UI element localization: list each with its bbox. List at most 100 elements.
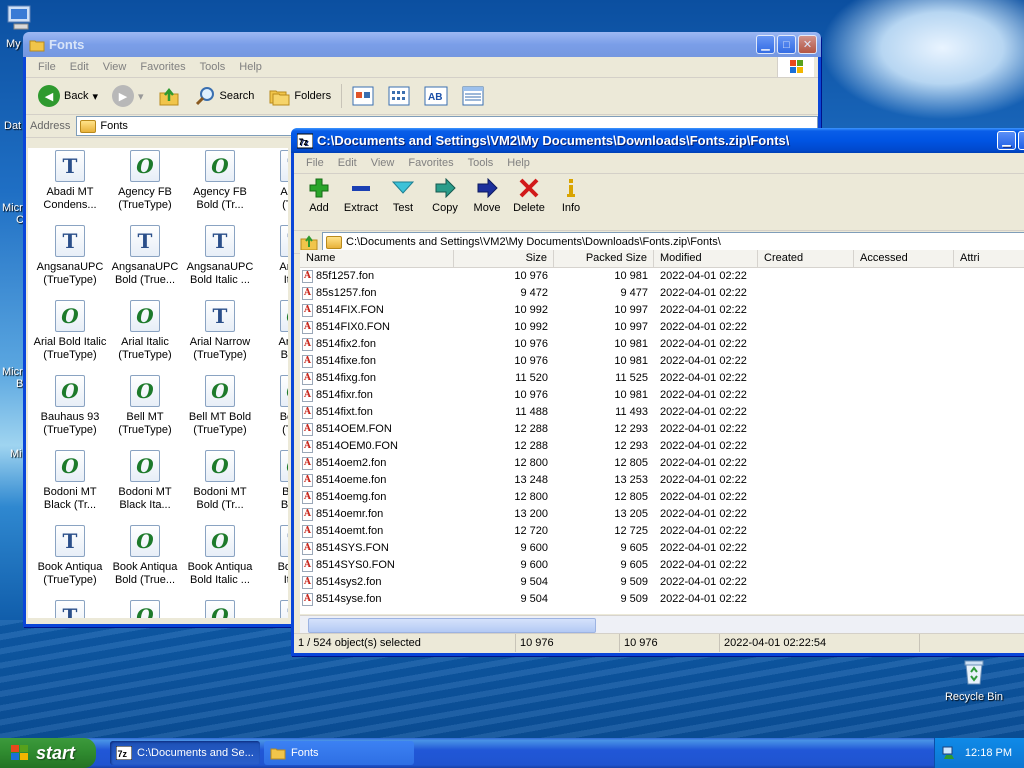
file-row[interactable]: A 8514FIX0.FON 10 992 10 997 2022-04-01 02:2…	[300, 319, 1024, 336]
menu-view[interactable]: View	[365, 157, 401, 169]
column-modified[interactable]: Modified	[654, 250, 758, 267]
font-file-item[interactable]: O Arial Italic (TrueType)	[107, 300, 183, 362]
forward-button[interactable]: ▶ ▾	[108, 83, 148, 109]
menu-favorites[interactable]: Favorites	[134, 61, 191, 73]
font-file-item[interactable]: O Bell MT Bold (TrueType)	[182, 375, 258, 437]
font-file-item[interactable]: T Arial Narrow (TrueType)	[182, 300, 258, 362]
file-row[interactable]: A 8514OEM0.FON 12 288 12 293 2022-04-01 02:2…	[300, 438, 1024, 455]
desktop-icon-data[interactable]: Dat	[4, 120, 21, 132]
menu-file[interactable]: File	[300, 157, 330, 169]
font-file-item[interactable]: T	[32, 600, 108, 618]
menu-file[interactable]: File	[32, 61, 62, 73]
font-file-item[interactable]: T Book AItalic	[257, 525, 288, 587]
back-button[interactable]: ◀ Back ▾	[34, 83, 102, 109]
taskbar-item-7zip[interactable]: 7z C:\Documents and Se...	[110, 741, 260, 765]
horizontal-scrollbar[interactable]	[300, 615, 1024, 633]
font-file-item[interactable]: O	[182, 600, 258, 618]
close-button[interactable]: ✕	[798, 35, 817, 54]
font-file-item[interactable]: T AngsanaUPC Bold (True...	[107, 225, 183, 287]
menu-tools[interactable]: Tools	[462, 157, 500, 169]
font-file-item[interactable]: O	[107, 600, 183, 618]
file-row[interactable]: A 8514SYS0.FON 9 600 9 605 2022-04-01 02:22	[300, 557, 1024, 574]
column-name[interactable]: Name	[300, 250, 454, 267]
view-large-icons-button[interactable]	[348, 84, 378, 108]
file-row[interactable]: A 8514fixr.fon 10 976 10 981 2022-04-01 02:2…	[300, 387, 1024, 404]
file-row[interactable]: A 85f1257.fon 10 976 10 981 2022-04-01 02:22	[300, 268, 1024, 285]
view-list-button[interactable]	[384, 84, 414, 108]
column-accessed[interactable]: Accessed	[854, 250, 954, 267]
menu-edit[interactable]: Edit	[332, 157, 363, 169]
font-file-item[interactable]: O Arial NBold (	[257, 300, 288, 362]
font-file-item[interactable]: O Bell M(True	[257, 375, 288, 437]
file-row[interactable]: A 8514fix2.fon 10 976 10 981 2022-04-01 02:2…	[300, 336, 1024, 353]
menu-help[interactable]: Help	[501, 157, 536, 169]
font-file-item[interactable]: O Bodoni MT Black (Tr...	[32, 450, 108, 512]
file-row[interactable]: A 8514fixe.fon 10 976 10 981 2022-04-01 02:2…	[300, 353, 1024, 370]
desktop-icon-mi[interactable]: Mi	[10, 448, 22, 460]
search-button[interactable]: Search	[190, 83, 259, 109]
file-row[interactable]: A 8514SYS.FON 9 600 9 605 2022-04-01 02:22	[300, 540, 1024, 557]
menu-view[interactable]: View	[97, 61, 133, 73]
maximize-button[interactable]: □	[777, 35, 796, 54]
fonts-titlebar[interactable]: Fonts ▁ □ ✕	[23, 32, 821, 57]
column-size[interactable]: Size	[454, 250, 554, 267]
font-file-item[interactable]: T AngsanaUPC Bold Italic ...	[182, 225, 258, 287]
file-row[interactable]: A 8514oeme.fon 13 248 13 253 2022-04-01 02:2…	[300, 472, 1024, 489]
view-details-button[interactable]	[458, 84, 488, 108]
maximize-button[interactable]: □	[1018, 131, 1024, 150]
network-icon[interactable]	[941, 745, 957, 761]
7zip-titlebar[interactable]: 7z C:\Documents and Settings\VM2\My Docu…	[291, 128, 1024, 153]
font-file-item[interactable]: O Book Antiqua Bold Italic ...	[182, 525, 258, 587]
info-button[interactable]: Info	[552, 178, 590, 214]
minimize-button[interactable]: ▁	[756, 35, 775, 54]
font-file-item[interactable]: O Bauhaus 93 (TrueType)	[32, 375, 108, 437]
font-file-item[interactable]: O Arial Bold Italic (TrueType)	[32, 300, 108, 362]
font-file-item[interactable]: O Book Antiqua Bold (True...	[107, 525, 183, 587]
column-created[interactable]: Created	[758, 250, 854, 267]
clock[interactable]: 12:18 PM	[965, 747, 1012, 759]
file-row[interactable]: A 8514oemg.fon 12 800 12 805 2022-04-01 02:2…	[300, 489, 1024, 506]
font-file-item[interactable]: T	[257, 600, 288, 618]
copy-button[interactable]: Copy	[426, 178, 464, 214]
font-file-item[interactable]: T AngsaItalic	[257, 225, 288, 287]
column-packed-size[interactable]: Packed Size	[554, 250, 654, 267]
file-row[interactable]: A 8514sys2.fon 9 504 9 509 2022-04-01 02:22	[300, 574, 1024, 591]
font-file-item[interactable]: O Agency FB (TrueType)	[107, 150, 183, 212]
menu-favorites[interactable]: Favorites	[402, 157, 459, 169]
extract-button[interactable]: Extract	[342, 178, 380, 214]
file-row[interactable]: A 85s1257.fon 9 472 9 477 2022-04-01 02:22	[300, 285, 1024, 302]
menu-edit[interactable]: Edit	[64, 61, 95, 73]
font-file-item[interactable]: T AngsanaUPC (TrueType)	[32, 225, 108, 287]
font-file-item[interactable]: O Bell MT (TrueType)	[107, 375, 183, 437]
file-row[interactable]: A 8514oem2.fon 12 800 12 805 2022-04-01 02:2…	[300, 455, 1024, 472]
taskbar-item-fonts[interactable]: Fonts	[264, 741, 414, 765]
column-attributes[interactable]: Attri	[954, 250, 1024, 267]
font-file-item[interactable]: O Agency FB Bold (Tr...	[182, 150, 258, 212]
move-button[interactable]: Move	[468, 178, 506, 214]
start-button[interactable]: start	[0, 738, 96, 768]
file-row[interactable]: A 8514oemt.fon 12 720 12 725 2022-04-01 02:2…	[300, 523, 1024, 540]
file-row[interactable]: A 8514OEM.FON 12 288 12 293 2022-04-01 02:22	[300, 421, 1024, 438]
folder-up-icon[interactable]	[300, 233, 318, 251]
font-file-item[interactable]: T Abadi MT Condens...	[32, 150, 108, 212]
file-row[interactable]: A 8514syse.fon 9 504 9 509 2022-04-01 02:22	[300, 591, 1024, 608]
font-file-item[interactable]: O Bodoni MT Black Ita...	[107, 450, 183, 512]
scrollbar-thumb[interactable]	[308, 618, 596, 633]
add-button[interactable]: Add	[300, 178, 338, 214]
file-row[interactable]: A 8514fixg.fon 11 520 11 525 2022-04-01 02:2…	[300, 370, 1024, 387]
font-file-item[interactable]: T Book Antiqua (TrueType)	[32, 525, 108, 587]
desktop-icon-recycle-bin[interactable]: Recycle Bin	[944, 656, 1004, 703]
file-row[interactable]: A 8514fixt.fon 11 488 11 493 2022-04-01 02:2…	[300, 404, 1024, 421]
font-file-item[interactable]: T Aharo(True	[257, 150, 288, 212]
path-input[interactable]: C:\Documents and Settings\VM2\My Documen…	[322, 232, 1024, 252]
menu-tools[interactable]: Tools	[194, 61, 232, 73]
minimize-button[interactable]: ▁	[997, 131, 1016, 150]
delete-button[interactable]: Delete	[510, 178, 548, 214]
up-button[interactable]	[154, 83, 184, 109]
file-row[interactable]: A 8514FIX.FON 10 992 10 997 2022-04-01 02:22	[300, 302, 1024, 319]
7zip-window[interactable]: 7z C:\Documents and Settings\VM2\My Docu…	[291, 128, 1024, 656]
folders-button[interactable]: Folders	[264, 83, 335, 109]
font-file-item[interactable]: O BodoBold I	[257, 450, 288, 512]
menu-help[interactable]: Help	[233, 61, 268, 73]
view-similarity-button[interactable]: AB	[420, 84, 452, 108]
